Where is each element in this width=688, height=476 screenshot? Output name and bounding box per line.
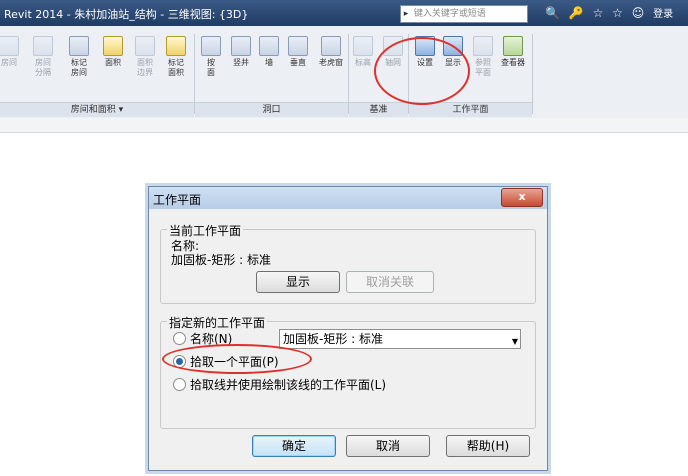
tag-area-button[interactable]: 标记 面积 (163, 36, 189, 78)
dialog-title: 工作平面 (153, 193, 202, 207)
viewer-icon (503, 36, 523, 56)
group-label-room-area[interactable]: 房间和面积 ▾ (0, 102, 194, 117)
name-radio[interactable] (173, 332, 186, 345)
new-workplane-legend: 指定新的工作平面 (167, 314, 268, 331)
workplane-name-select[interactable]: 加固板-矩形 : 标准 ▼ (279, 329, 521, 349)
highlight-ellipse (162, 344, 312, 374)
wall-opening-icon (259, 36, 279, 56)
user-icon[interactable]: ☺ (632, 6, 645, 20)
current-name-value: 加固板-矩形 : 标准 (171, 253, 272, 267)
wall-opening-button[interactable]: 墙 (256, 36, 282, 68)
titlebar-tools: 🔍 🔑 ☆ ☆ ☺ 登录 (545, 5, 678, 20)
ribbon: 房间 房间 分隔 标记 房间 面积 面积 边界 标记 面积 按 面 竖井 墙 垂… (0, 26, 688, 119)
dialog-title-bar: 工作平面 x (149, 187, 547, 209)
chevron-down-icon: ▼ (511, 337, 518, 346)
reference-plane-icon (473, 36, 493, 56)
group-label-opening: 洞口 (195, 102, 348, 117)
star-outline-icon[interactable]: ☆ (593, 6, 604, 20)
by-face-button[interactable]: 按 面 (198, 36, 224, 78)
room-separator-icon (33, 36, 53, 56)
workplane-name-value: 加固板-矩形 : 标准 (283, 332, 384, 346)
login-link[interactable]: 登录 (653, 9, 673, 20)
by-face-icon (201, 36, 221, 56)
dormer-button[interactable]: 老虎窗 (316, 36, 346, 68)
dormer-icon (321, 36, 341, 56)
room-icon (0, 36, 19, 56)
close-button[interactable]: x (501, 188, 543, 207)
shaft-button[interactable]: 竖井 (228, 36, 254, 68)
vertical-opening-button[interactable]: 垂直 (285, 36, 311, 68)
tag-room-icon (69, 36, 89, 56)
options-bar (0, 118, 688, 133)
ok-button[interactable]: 确定 (252, 435, 336, 457)
level-icon (353, 36, 373, 56)
area-button[interactable]: 面积 (100, 36, 126, 68)
highlight-ellipse (374, 37, 470, 105)
search-placeholder: 键入关键字或短语 (413, 9, 486, 19)
workplane-dialog: 工作平面 x 当前工作平面 名称: 加固板-矩形 : 标准 显示 取消关联 指定… (148, 186, 548, 471)
room-button[interactable]: 房间 (0, 36, 22, 68)
reference-plane-button[interactable]: 参照 平面 (470, 36, 496, 78)
tag-room-button[interactable]: 标记 房间 (66, 36, 92, 78)
area-boundary-icon (135, 36, 155, 56)
area-boundary-button[interactable]: 面积 边界 (132, 36, 158, 78)
pick-line-radio[interactable] (173, 378, 186, 391)
cancel-button[interactable]: 取消 (346, 435, 430, 457)
viewer-button[interactable]: 查看器 (498, 36, 528, 68)
disassociate-button[interactable]: 取消关联 (346, 271, 434, 293)
search-expand-icon[interactable]: ▸ (401, 6, 411, 22)
level-button[interactable]: 标高 (350, 36, 376, 68)
help-button[interactable]: 帮助(H) (446, 435, 530, 457)
group-label-datum: 基准 (349, 102, 408, 117)
show-button[interactable]: 显示 (256, 271, 340, 293)
binoculars-icon[interactable]: 🔍 (545, 6, 560, 20)
area-icon (103, 36, 123, 56)
search-box[interactable]: ▸ 键入关键字或短语 (400, 5, 528, 23)
app-title-bar: Revit 2014 - 朱村加油站_结构 - 三维视图: {3D} ▸ 键入关… (0, 0, 688, 26)
ribbon-separator (532, 34, 533, 114)
key-icon[interactable]: 🔑 (569, 6, 584, 20)
vertical-opening-icon (288, 36, 308, 56)
pick-line-label[interactable]: 拾取线并使用绘制该线的工作平面(L) (190, 376, 386, 393)
shaft-icon (231, 36, 251, 56)
room-separator-button[interactable]: 房间 分隔 (30, 36, 56, 78)
app-title: Revit 2014 - 朱村加油站_结构 - 三维视图: {3D} (4, 8, 249, 21)
star-icon[interactable]: ☆ (612, 6, 623, 20)
tag-area-icon (166, 36, 186, 56)
